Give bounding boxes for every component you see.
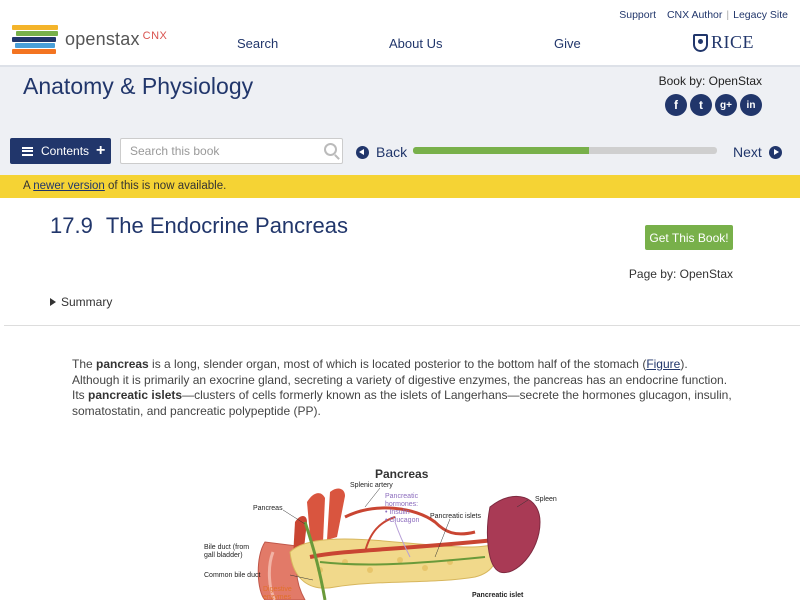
utility-links: Support CNX Author | Legacy Site: [619, 9, 788, 21]
cnx-author-link[interactable]: CNX Author: [667, 9, 722, 21]
term-pancreas: pancreas: [96, 357, 149, 371]
linkedin-icon[interactable]: in: [740, 94, 762, 116]
newer-version-link[interactable]: newer version: [33, 180, 105, 192]
label-pancreatic-islet: Pancreatic islet: [472, 592, 524, 599]
legacy-site-link[interactable]: Legacy Site: [733, 9, 788, 21]
summary-label: Summary: [61, 295, 113, 309]
support-link[interactable]: Support: [619, 9, 656, 21]
chevron-left-icon: [356, 145, 369, 159]
label-splenic-artery: Splenic artery: [350, 482, 393, 489]
label-pancreatic-islets: Pancreatic islets: [430, 513, 481, 520]
facebook-icon[interactable]: f: [665, 94, 687, 116]
book-toolbar: Contents + Search this book Back Next: [0, 127, 800, 175]
plus-icon: +: [96, 142, 106, 159]
contents-button[interactable]: Contents +: [10, 138, 111, 164]
openstax-logo[interactable]: openstax CNX: [12, 25, 168, 54]
get-this-book-button[interactable]: Get This Book!: [645, 225, 733, 250]
label-spleen: Spleen: [535, 496, 557, 503]
label-insulin: • Insulin: [385, 509, 410, 516]
section-number: 17.9: [50, 213, 93, 238]
figure-title: Pancreas: [375, 467, 429, 481]
term-pancreatic-islets: pancreatic islets: [88, 388, 183, 402]
newer-version-banner: A newer version of this is now available…: [0, 175, 800, 198]
section-title: The Endocrine Pancreas: [105, 213, 348, 238]
social-share: f t g+ in: [665, 94, 762, 116]
pancreas-figure: Pancreas Splenic artery Pancreatic hormo…: [195, 462, 575, 600]
next-label: Next: [733, 144, 762, 160]
search-icon[interactable]: [324, 143, 337, 156]
next-button[interactable]: Next: [733, 144, 782, 160]
google-plus-icon[interactable]: g+: [715, 94, 737, 116]
book-stack-icon: [12, 25, 58, 54]
logo-wordmark: openstax: [65, 28, 140, 49]
book-header: Anatomy & Physiology Book by: OpenStax f…: [0, 65, 800, 127]
book-title[interactable]: Anatomy & Physiology: [23, 73, 253, 100]
contents-label: Contents: [41, 144, 90, 158]
rice-shield-icon: [693, 33, 708, 52]
label-common-bile-duct: Common bile duct: [204, 572, 261, 579]
label-digestive-enzymes: Digestive enzymes: [263, 586, 292, 600]
nav-search[interactable]: Search: [237, 36, 278, 51]
rice-logo[interactable]: RICE: [693, 32, 754, 53]
progress-fill: [413, 147, 590, 154]
back-label: Back: [376, 144, 408, 160]
back-button[interactable]: Back: [356, 144, 407, 160]
top-navigation: openstax CNX Support CNX Author | Legacy Si…: [0, 0, 800, 65]
book-search-input[interactable]: Search this book: [120, 138, 343, 164]
divider: [4, 325, 800, 326]
figure-link[interactable]: Figure: [646, 357, 680, 371]
label-pancreas: Pancreas: [253, 505, 283, 512]
book-progress-bar: [413, 147, 717, 154]
rice-wordmark: RICE: [711, 32, 755, 52]
page-by: Page by: OpenStax: [628, 267, 733, 281]
label-glucagon: • Glucagon: [385, 517, 420, 524]
intro-paragraph: The pancreas is a long, slender organ, m…: [72, 357, 732, 418]
list-icon: [22, 146, 33, 156]
twitter-icon[interactable]: t: [690, 94, 712, 116]
chevron-right-icon: [768, 145, 782, 159]
book-by: Book by: OpenStax: [658, 74, 762, 88]
summary-toggle[interactable]: Summary: [50, 295, 112, 309]
logo-suffix: CNX: [142, 29, 168, 42]
label-hormones-title: Pancreatic hormones:: [385, 493, 419, 508]
triangle-right-icon: [50, 298, 56, 306]
search-placeholder: Search this book: [130, 144, 220, 158]
nav-about-us[interactable]: About Us: [389, 36, 442, 51]
page-title: 17.9 The Endocrine Pancreas: [50, 213, 348, 239]
label-bile-duct: Bile duct (from gall bladder): [204, 544, 250, 559]
nav-give[interactable]: Give: [554, 36, 581, 51]
